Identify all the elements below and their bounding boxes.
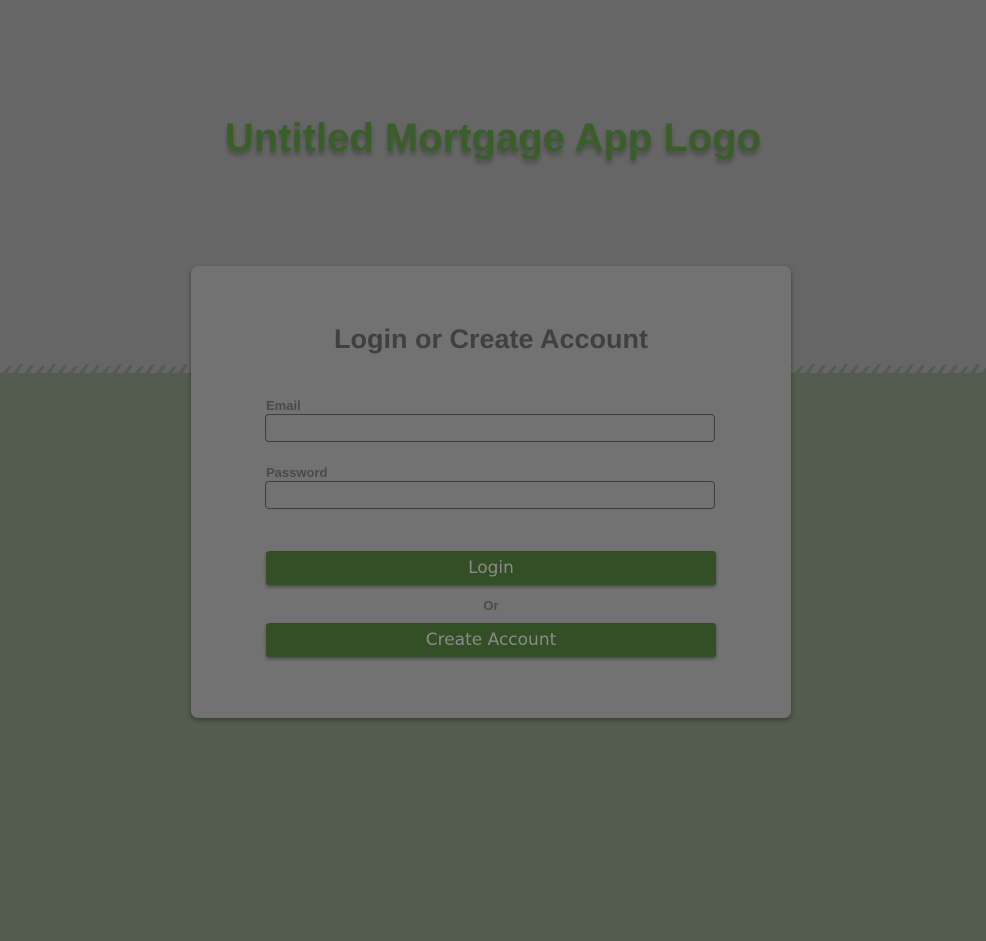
login-card: Login or Create Account Email Password L… xyxy=(191,266,791,718)
create-account-button[interactable]: Create Account xyxy=(266,623,716,657)
or-separator: Or xyxy=(483,598,499,613)
login-button[interactable]: Login xyxy=(266,551,716,585)
email-label: Email xyxy=(266,398,301,413)
login-card-title: Login or Create Account xyxy=(333,324,649,354)
login-page: Untitled Mortgage App Logo Login or Crea… xyxy=(0,0,986,941)
password-field[interactable] xyxy=(265,481,715,509)
email-field[interactable] xyxy=(265,414,715,442)
app-logo: Untitled Mortgage App Logo xyxy=(224,116,762,160)
password-label: Password xyxy=(266,465,328,480)
